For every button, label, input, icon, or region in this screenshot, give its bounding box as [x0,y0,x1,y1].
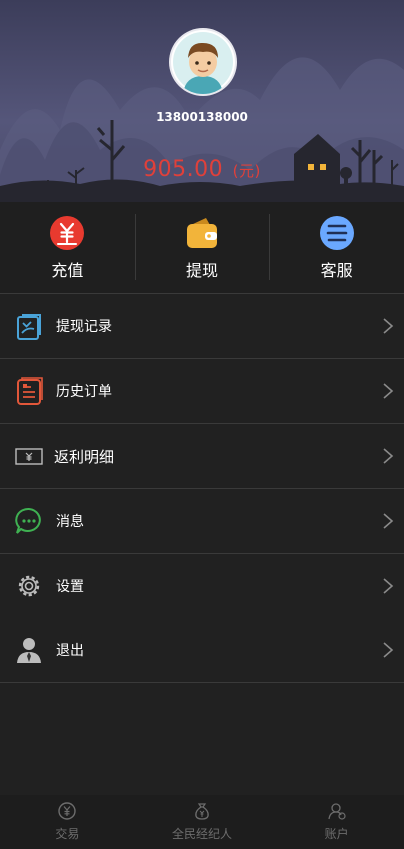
menu-item-logout[interactable]: 退出 [0,618,404,683]
menu-lines-icon [319,216,354,250]
balance-display: 905.00 (元) [0,157,404,182]
chevron-right-icon [383,383,394,399]
balance-unit: (元) [232,162,261,180]
withdraw-button[interactable]: 提现 [134,202,270,293]
menu-item-withdraw-record[interactable]: 提现记录 [0,294,404,359]
chevron-right-icon [383,578,394,594]
menu-label: 历史订单 [56,384,112,400]
menu-label: 提现记录 [56,319,112,335]
withdraw-label: 提现 [186,261,219,280]
chevron-right-icon [383,448,394,464]
money-bag-icon [195,803,209,820]
yen-recharge-icon [50,216,85,250]
withdraw-record-icon [17,314,41,340]
user-phone: 13800138000 [156,110,248,124]
recharge-label: 充值 [51,261,84,280]
tab-trade[interactable]: 交易 [0,795,135,849]
chevron-right-icon [383,318,394,334]
user-avatar-icon [173,32,233,94]
menu-label: 返利明细 [54,447,115,466]
customer-service-label: 客服 [320,261,353,280]
tab-broker[interactable]: 全民经纪人 [135,795,270,849]
gear-icon [18,575,40,597]
chevron-right-icon [383,642,394,658]
tab-label: 全民经纪人 [172,827,233,841]
order-history-icon [17,377,43,405]
balance-amount: 905.00 [143,157,224,182]
tab-label: 交易 [55,827,80,841]
chat-bubble-icon [15,507,41,534]
menu-label: 消息 [56,514,84,530]
recharge-button[interactable]: 充值 [0,202,135,293]
tab-label: 账户 [324,827,349,841]
account-icon [328,803,346,820]
menu-label: 设置 [56,579,84,595]
customer-service-button[interactable]: 客服 [269,202,404,293]
menu-item-rebate-detail[interactable]: 返利明细 [0,424,404,489]
bottom-tab-bar: 交易 全民经纪人 账户 [0,795,404,849]
chevron-right-icon [383,513,394,529]
trade-yen-icon [58,802,77,820]
avatar[interactable] [171,30,235,94]
rebate-bill-icon [15,448,43,465]
quick-actions: 充值 提现 客服 [0,202,404,294]
wallet-icon [187,218,217,248]
user-logout-icon [17,638,41,663]
menu-item-settings[interactable]: 设置 [0,554,404,618]
menu-item-order-history[interactable]: 历史订单 [0,359,404,424]
menu-label: 退出 [56,643,84,659]
menu-item-messages[interactable]: 消息 [0,489,404,554]
profile-header: 13800138000 905.00 (元) [0,0,404,202]
account-menu: 提现记录 历史订单 返利明细 消息 设置 退出 [0,294,404,683]
tab-account[interactable]: 账户 [269,795,404,849]
